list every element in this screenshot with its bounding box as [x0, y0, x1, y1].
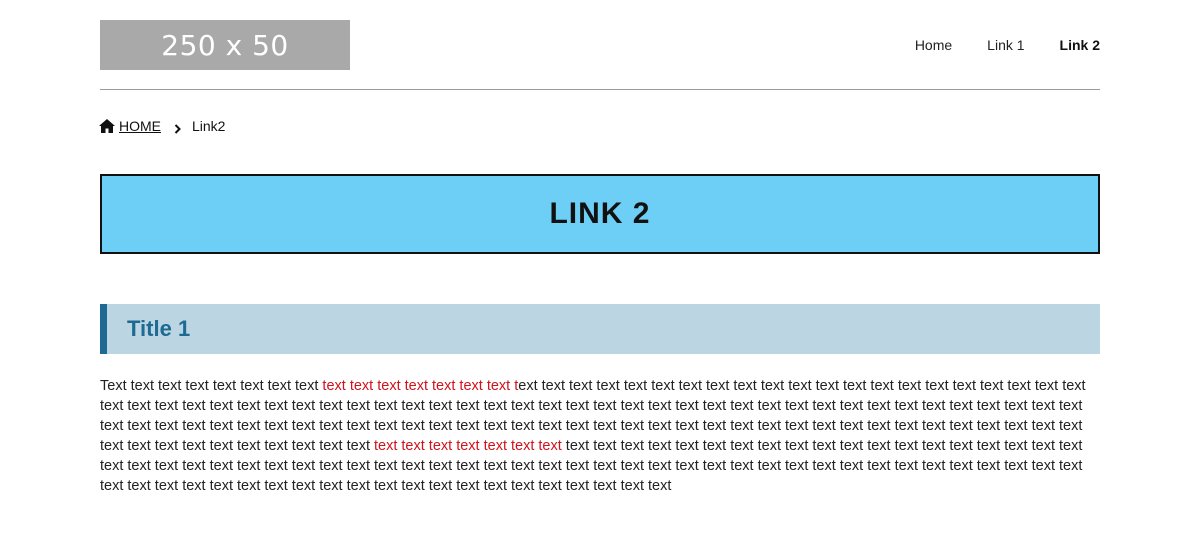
highlighted-text: text text text text text text text t — [322, 378, 519, 394]
nav-link-2[interactable]: Link 2 — [1060, 37, 1100, 53]
breadcrumb-home-link[interactable]: HOME — [119, 118, 161, 134]
highlighted-text: text text text text text text text — [374, 438, 562, 454]
section-heading: Title 1 — [100, 304, 1100, 354]
home-icon — [99, 119, 115, 133]
nav-link-1[interactable]: Link 1 — [987, 37, 1024, 53]
page: 250 x 50 Home Link 1 Link 2 HOME Link2 L… — [0, 0, 1200, 548]
body-paragraph: Text text text text text text text text … — [100, 376, 1090, 496]
text-segment: Text text text text text text text text — [100, 378, 323, 394]
main-nav: Home Link 1 Link 2 — [880, 35, 1100, 55]
page-title: LINK 2 — [549, 197, 651, 230]
header-divider — [100, 89, 1100, 90]
page-title-banner: LINK 2 — [100, 174, 1100, 254]
section-title: Title 1 — [127, 316, 191, 341]
breadcrumb-current: Link2 — [192, 118, 226, 134]
site-logo[interactable]: 250 x 50 — [100, 20, 350, 70]
chevron-right-icon — [174, 121, 182, 134]
nav-home[interactable]: Home — [915, 37, 952, 53]
breadcrumb: HOME Link2 — [99, 116, 225, 136]
